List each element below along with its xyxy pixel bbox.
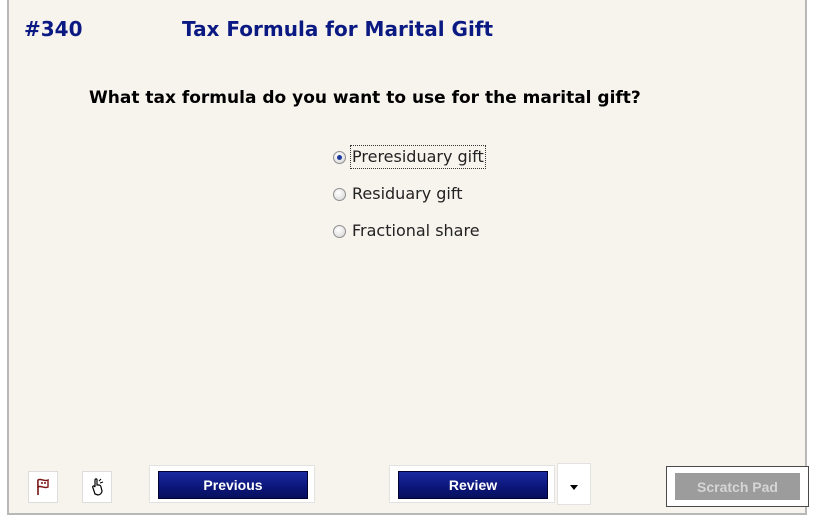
option-label: Fractional share [352,221,480,240]
review-button-wrapper: Review [389,465,555,503]
review-button[interactable]: Review [398,471,548,499]
question-title: Tax Formula for Marital Gift [182,17,494,41]
pointing-hand-icon [92,478,104,496]
flag-icon [37,478,49,495]
pointer-button[interactable] [82,471,112,503]
question-number: #340 [24,17,83,41]
question-panel: #340 Tax Formula for Marital Gift What t… [7,0,809,515]
option-label: Residuary gift [352,184,463,203]
option-label: Preresiduary gift [350,145,486,169]
previous-button-wrapper: Previous [149,465,315,503]
radio-unselected-icon[interactable] [333,224,346,238]
scratch-pad-wrapper: Scratch Pad [666,466,809,507]
chevron-down-icon [570,484,578,490]
option-residuary-gift[interactable]: Residuary gift [333,184,462,204]
previous-button[interactable]: Previous [158,471,308,499]
review-dropdown-button[interactable] [557,463,591,505]
radio-unselected-icon[interactable] [333,187,346,201]
scratch-pad-button[interactable]: Scratch Pad [675,473,800,500]
option-fractional-share[interactable]: Fractional share [333,221,480,241]
flag-button[interactable] [28,471,58,503]
radio-selected-icon[interactable] [333,150,346,164]
option-preresiduary-gift[interactable]: Preresiduary gift [333,145,486,169]
question-prompt: What tax formula do you want to use for … [89,88,641,108]
